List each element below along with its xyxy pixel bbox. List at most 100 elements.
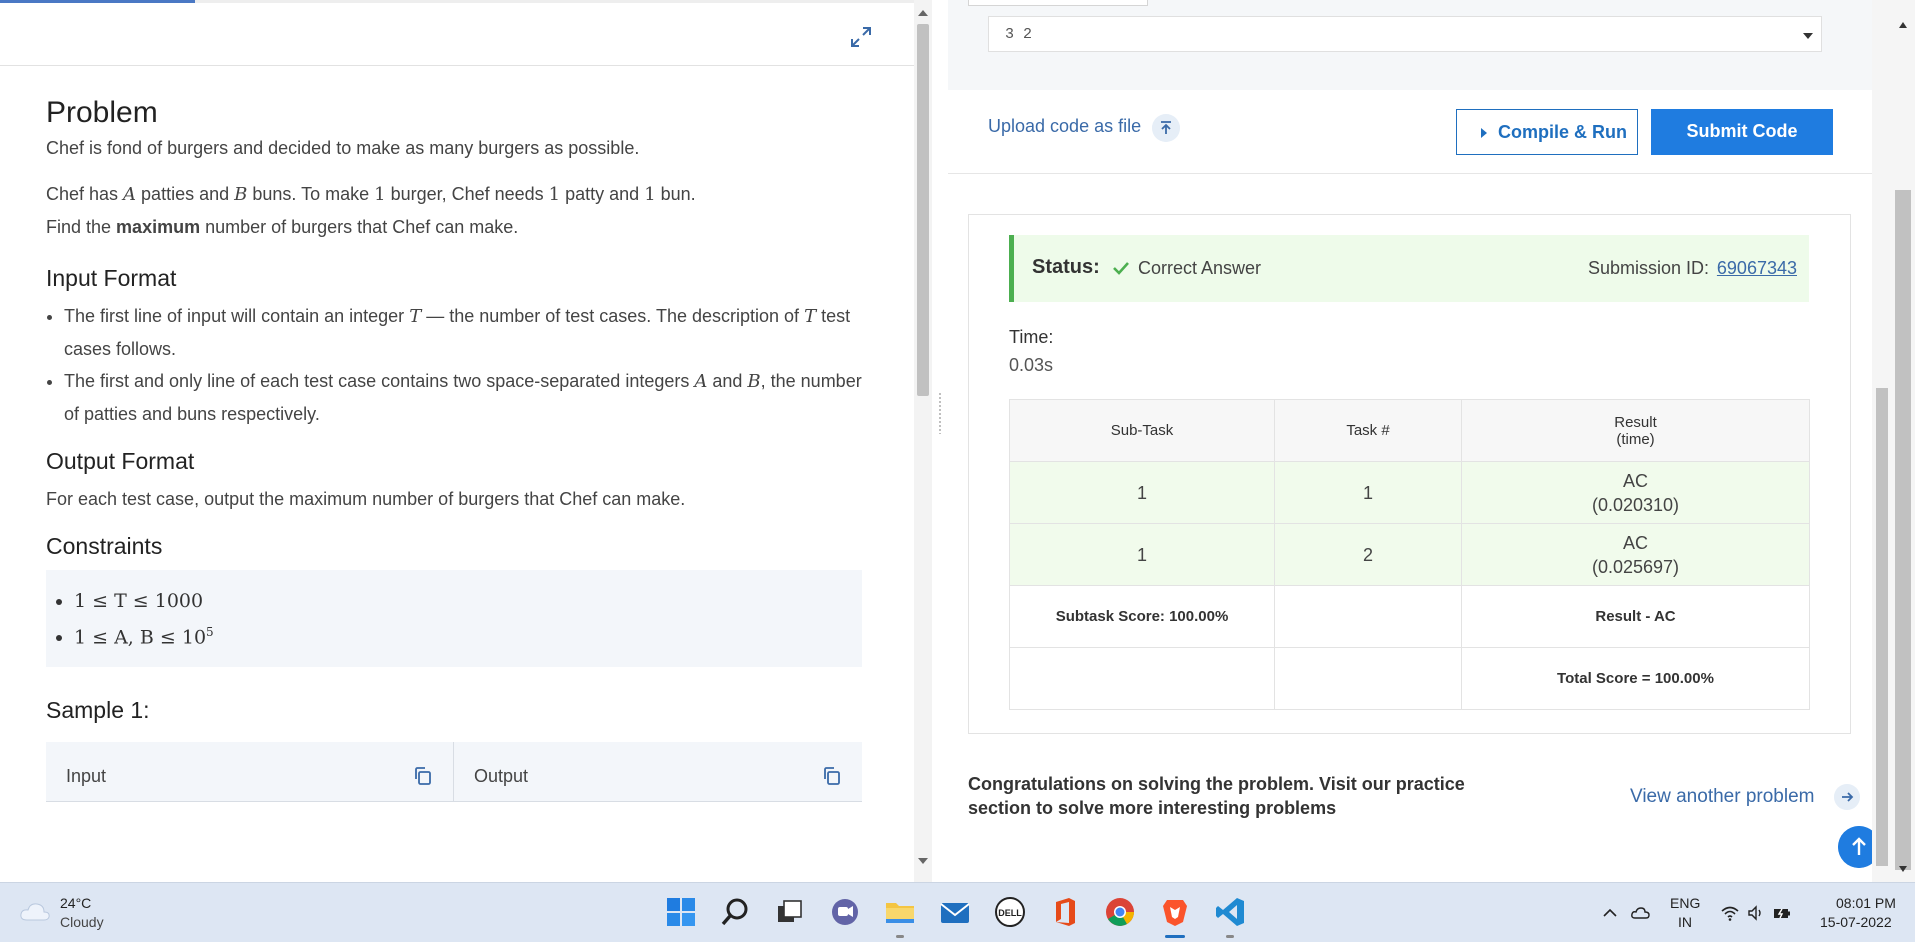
submission-scrollbar[interactable] (1872, 0, 1915, 882)
upload-code-link[interactable]: Upload code as file (988, 116, 1141, 137)
table-row: 1 2 AC (0.025697) (1009, 523, 1810, 586)
scroll-thumb[interactable] (1895, 190, 1911, 870)
table-header-row: Sub-Task Task # Result (time) (1009, 399, 1810, 462)
active-tab-indicator (0, 0, 195, 3)
status-banner: Status: Correct Answer Submission ID: 69… (1009, 235, 1809, 302)
copy-icon[interactable] (413, 766, 433, 786)
input-tab[interactable] (968, 0, 1148, 6)
problem-pane: Problem Chef is fond of burgers and deci… (0, 0, 914, 882)
weather-description[interactable]: Cloudy (60, 914, 104, 930)
sample-output-header: Output (454, 742, 862, 802)
file-explorer-icon[interactable] (883, 895, 917, 929)
search-icon[interactable] (718, 895, 752, 929)
scroll-down-icon[interactable] (1899, 866, 1907, 872)
scroll-thumb[interactable] (1876, 388, 1888, 866)
scroll-up-icon[interactable] (918, 10, 928, 16)
language-indicator[interactable]: ENG (1670, 895, 1700, 911)
output-format-heading: Output Format (46, 448, 195, 474)
input-format-heading: Input Format (46, 265, 177, 291)
svg-text:DELL: DELL (998, 908, 1022, 918)
vscode-icon[interactable] (1213, 895, 1247, 929)
submission-id-link[interactable]: 69067343 (1717, 258, 1797, 279)
constraints-box: 1 ≤ T ≤ 1000 1 ≤ A, B ≤ 105 (46, 570, 862, 668)
pane-splitter[interactable] (932, 0, 948, 882)
wifi-icon[interactable] (1720, 903, 1740, 923)
output-format-text: For each test case, output the maximum n… (46, 489, 686, 509)
battery-charging-icon[interactable] (1772, 903, 1792, 923)
sample-input-label: Input (66, 766, 107, 787)
running-indicator (896, 935, 904, 938)
total-score-row: Total Score = 100.00% (1009, 647, 1810, 710)
active-app-indicator (1165, 935, 1185, 938)
submission-id-label: Submission ID: (1587, 258, 1709, 278)
scroll-down-icon[interactable] (918, 858, 928, 864)
play-icon (1481, 128, 1487, 138)
custom-input-value: 3 2 (1005, 26, 1033, 43)
list-item: The first and only line of each test cas… (64, 365, 862, 430)
teams-chat-icon[interactable] (828, 895, 862, 929)
status-value: Correct Answer (1138, 258, 1262, 278)
cloud-icon[interactable] (18, 897, 52, 927)
problem-intro: Chef is fond of burgers and decided to m… (46, 138, 640, 158)
input-format-list: The first line of input will contain an … (64, 300, 862, 430)
problem-scrollbar[interactable] (914, 0, 932, 882)
list-item: The first line of input will contain an … (64, 300, 862, 365)
action-row: Upload code as file Compile & Run Submit… (948, 90, 1872, 174)
sample-heading: Sample 1: (46, 697, 150, 724)
submission-pane: 3 2 Upload code as file Compile & Run Su… (948, 0, 1872, 882)
volume-icon[interactable] (1746, 903, 1766, 923)
scroll-thumb[interactable] (917, 24, 929, 396)
clock-date[interactable]: 15-07-2022 (1820, 914, 1892, 930)
copy-icon[interactable] (822, 766, 842, 786)
office-icon[interactable] (1048, 895, 1082, 929)
tab-track (195, 0, 914, 3)
result-summary: Result - AC (1461, 585, 1810, 648)
expand-icon[interactable] (848, 24, 874, 50)
windows-start-icon[interactable] (664, 895, 698, 929)
task-header: Task # (1274, 399, 1462, 462)
region-indicator[interactable]: IN (1678, 914, 1692, 930)
arrow-right-icon[interactable] (1834, 784, 1860, 810)
upload-icon[interactable] (1152, 114, 1180, 142)
scroll-up-icon[interactable] (1899, 22, 1907, 28)
mail-icon[interactable] (938, 895, 972, 929)
clock-time[interactable]: 08:01 PM (1836, 895, 1896, 911)
subtask-header: Sub-Task (1009, 399, 1275, 462)
problem-title: Problem (46, 96, 158, 129)
table-row: 1 1 AC (0.020310) (1009, 461, 1810, 524)
subtask-score: Subtask Score: 100.00% (1009, 585, 1275, 648)
time-value: 0.03s (1009, 355, 1054, 375)
chevron-up-icon[interactable] (1600, 903, 1620, 923)
result-table: Sub-Task Task # Result (time) 1 1 AC (0.02… (1009, 399, 1810, 710)
list-item: 1 ≤ T ≤ 1000 (74, 586, 842, 617)
status-label: Status: (1032, 256, 1100, 278)
dell-icon[interactable]: DELL (993, 895, 1027, 929)
scroll-to-top-icon[interactable] (1838, 826, 1872, 868)
view-another-problem-link[interactable]: View another problem (1630, 786, 1814, 808)
screen: Problem Chef is fond of burgers and deci… (0, 0, 1915, 942)
constraints-heading: Constraints (46, 533, 163, 559)
total-score: Total Score = 100.00% (1461, 647, 1810, 710)
problem-tabbar (0, 0, 914, 66)
compile-run-button[interactable]: Compile & Run (1456, 109, 1638, 155)
sample-table: Input Output (46, 742, 862, 803)
task-view-icon[interactable] (773, 895, 807, 929)
drag-handle-icon[interactable] (938, 392, 942, 434)
submit-code-button[interactable]: Submit Code (1651, 109, 1833, 155)
congrats-message: Congratulations on solving the problem. … (968, 774, 1465, 818)
result-header: Result (time) (1461, 399, 1810, 462)
onedrive-cloud-icon[interactable] (1630, 903, 1650, 923)
running-indicator (1226, 935, 1234, 938)
custom-input-field[interactable]: 3 2 (988, 16, 1822, 52)
sample-input-header: Input (46, 742, 454, 803)
problem-statement: Problem Chef is fond of burgers and deci… (46, 66, 862, 803)
brave-browser-icon[interactable] (1158, 895, 1192, 929)
windows-taskbar: 24°C Cloudy DELL ENG IN 08:01 PM 15-07-2… (0, 882, 1915, 942)
time-label: Time: (1009, 327, 1054, 347)
check-icon (1113, 262, 1129, 275)
chrome-icon[interactable] (1103, 895, 1137, 929)
sample-output-label: Output (474, 766, 529, 787)
weather-temperature[interactable]: 24°C (60, 895, 91, 911)
problem-description: Chef has A patties and B buns. To make 1… (46, 184, 696, 237)
chevron-down-icon[interactable] (1803, 33, 1813, 39)
